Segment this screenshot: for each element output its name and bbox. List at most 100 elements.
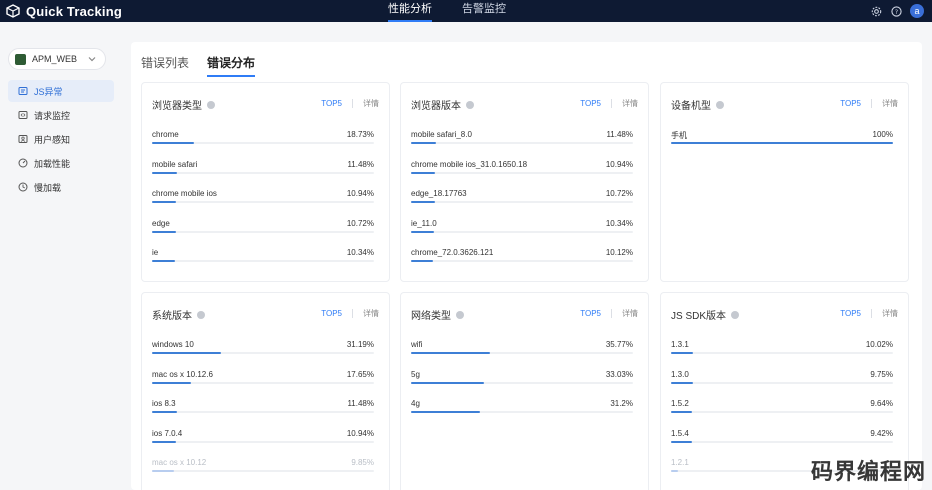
tab-error-list[interactable]: 错误列表: [141, 54, 189, 77]
progress-fill: [671, 381, 693, 384]
card-actions: TOP5 详情: [840, 98, 898, 109]
card-title-text: JS SDK版本: [671, 311, 727, 322]
progress-fill: [671, 352, 694, 354]
progress-fill: [411, 230, 434, 233]
tab-error-distribution[interactable]: 错误分布: [207, 54, 256, 77]
info-icon[interactable]: [456, 310, 464, 319]
help-icon[interactable]: ?: [890, 5, 902, 17]
list-item: chrome mobile ios_31.0.1650.18 10.94%: [411, 160, 633, 188]
card-os-version: 系统版本 TOP5 详情 windows 10 31.19% mac os x 10.12…: [141, 292, 390, 490]
card-title-text: 网络类型: [411, 311, 451, 322]
info-icon[interactable]: [197, 310, 205, 319]
progress-track: [411, 411, 633, 413]
card-title: 浏览器版本: [411, 97, 474, 112]
info-icon[interactable]: [731, 310, 740, 319]
sidebar-item-slow-load[interactable]: 慢加载: [8, 176, 114, 198]
card-network-type: 网络类型 TOP5 详情 wifi 35.77% 5g 33.03% 4g 31.2%: [400, 292, 649, 490]
sidebar-item-load-performance[interactable]: 加载性能: [8, 152, 114, 174]
progress-track: [152, 142, 374, 144]
progress-fill: [152, 352, 222, 354]
item-percentage: 10.02%: [865, 340, 893, 349]
list-item: mac os x 10.12 9.85%: [152, 458, 374, 486]
top5-link[interactable]: TOP5: [840, 99, 861, 108]
list-item: ie_11.0 10.34%: [411, 219, 633, 247]
list-item: wifi 35.77%: [411, 340, 633, 368]
list-item: windows 10 31.19%: [152, 340, 374, 368]
cube-logo-icon: [6, 4, 20, 18]
list-item: 1.3.1 10.02%: [671, 340, 893, 368]
card-title: 系统版本: [152, 307, 205, 322]
list-item: 1.5.2 9.64%: [671, 399, 893, 427]
top-bar: Quick Tracking 性能分析 告警监控 ? a: [0, 0, 932, 22]
progress-track: [152, 470, 374, 472]
item-name: mac os x 10.12: [152, 458, 207, 467]
app-selector[interactable]: APM_WEB: [8, 48, 106, 70]
detail-link[interactable]: 详情: [622, 98, 638, 109]
item-percentage: 31.19%: [346, 340, 374, 349]
nav-performance-analysis[interactable]: 性能分析: [388, 0, 432, 22]
card-header: JS SDK版本 TOP5 详情: [661, 293, 908, 333]
list-item: mobile safari 11.48%: [152, 160, 374, 188]
list-item: mobile safari_8.0 11.48%: [411, 130, 633, 158]
sidebar-item-label: 用户感知: [34, 134, 71, 145]
sidebar-item-user-perception[interactable]: 用户感知: [8, 128, 114, 150]
progress-track: [671, 142, 893, 144]
card-header: 设备机型 TOP5 详情: [661, 83, 908, 123]
app-logo-icon: [15, 53, 26, 65]
sidebar-item-label: JS异常: [34, 86, 63, 97]
info-icon[interactable]: [207, 100, 215, 109]
divider: [871, 309, 872, 318]
info-icon[interactable]: [466, 100, 474, 109]
progress-track: [671, 381, 893, 384]
info-icon[interactable]: [716, 100, 724, 109]
divider: [611, 309, 612, 318]
top5-link[interactable]: TOP5: [840, 309, 861, 318]
progress-track: [152, 171, 374, 174]
top5-link[interactable]: TOP5: [321, 99, 342, 108]
card-header: 系统版本 TOP5 详情: [142, 293, 389, 333]
top5-link[interactable]: TOP5: [321, 309, 342, 318]
detail-link[interactable]: 详情: [363, 98, 379, 109]
item-percentage: 10.34%: [605, 218, 633, 228]
detail-link[interactable]: 详情: [882, 308, 898, 319]
app-name: APM_WEB: [32, 54, 78, 64]
progress-fill: [152, 201, 177, 203]
nav-alert-monitor[interactable]: 告警监控: [462, 0, 506, 22]
sidebar-item-js-error[interactable]: JS异常: [8, 80, 114, 102]
item-percentage: 10.94%: [346, 189, 374, 198]
brand[interactable]: Quick Tracking: [0, 0, 122, 22]
progress-fill: [671, 142, 893, 144]
avatar[interactable]: a: [910, 4, 924, 18]
item-name: ios 8.3: [152, 399, 176, 408]
list-item: 4g 31.2%: [411, 399, 633, 427]
list-item: chrome mobile ios 10.94%: [152, 189, 374, 217]
list-item: 1.3.0 9.75%: [671, 370, 893, 398]
item-percentage: 33.03%: [605, 369, 633, 379]
detail-link[interactable]: 详情: [882, 98, 898, 109]
progress-track: [152, 381, 374, 384]
sidebar-menu: JS异常 请求监控 用户感知 加载性能 慢加载: [8, 80, 114, 200]
top5-link[interactable]: TOP5: [580, 99, 601, 108]
progress-fill: [411, 352, 491, 354]
progress-track: [152, 230, 374, 233]
detail-link[interactable]: 详情: [622, 308, 638, 319]
item-percentage: 11.48%: [347, 399, 374, 408]
divider: [611, 99, 612, 108]
progress-fill: [671, 470, 678, 472]
card-header: 浏览器类型 TOP5 详情: [142, 83, 389, 123]
progress-fill: [152, 470, 174, 472]
item-name: edge: [152, 218, 170, 228]
progress-track: [411, 260, 633, 262]
sidebar-item-request-monitor[interactable]: 请求监控: [8, 104, 114, 126]
list-item: edge_18.17763 10.72%: [411, 189, 633, 217]
item-percentage: 18.73%: [346, 130, 374, 139]
detail-link[interactable]: 详情: [363, 308, 379, 319]
item-percentage: 10.72%: [346, 218, 374, 228]
gear-icon[interactable]: [870, 5, 882, 17]
brand-name: Quick Tracking: [26, 3, 123, 19]
top-nav: 性能分析 告警监控: [388, 0, 536, 22]
top5-link[interactable]: TOP5: [580, 309, 601, 318]
speed-icon: [18, 158, 28, 168]
progress-fill: [671, 411, 693, 413]
chevron-down-icon: [88, 57, 96, 62]
